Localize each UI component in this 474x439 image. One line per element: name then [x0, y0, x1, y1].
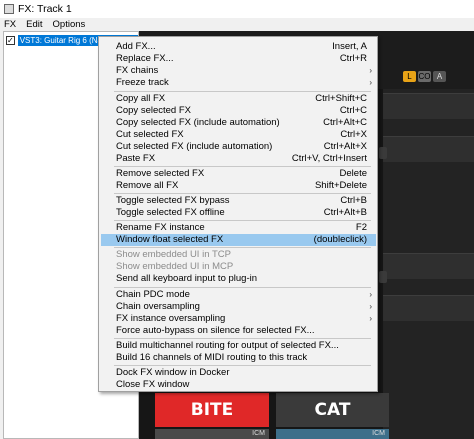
context-menu: Add FX... Insert, A Replace FX... Ctrl+R F… — [98, 36, 378, 392]
menu-separator — [114, 220, 371, 221]
menu-item-cut-selected-fx-automation[interactable]: Cut selected FX (include automation) Ctrl… — [101, 141, 376, 153]
toggle-co[interactable]: CO — [418, 71, 431, 82]
menu-item-fx-instance-oversampling[interactable]: FX instance oversampling › — [101, 313, 376, 325]
menu-separator — [114, 247, 371, 248]
menu-separator — [114, 91, 371, 92]
chevron-right-icon: › — [369, 78, 372, 88]
menu-item-copy-all-fx[interactable]: Copy all FX Ctrl+Shift+C — [101, 93, 376, 105]
menu-separator — [114, 193, 371, 194]
menu-separator — [114, 166, 371, 167]
preset-tile-bite[interactable]: BITE — [155, 393, 269, 427]
menu-separator — [114, 338, 371, 339]
menu-item-build-midi-routing[interactable]: Build 16 channels of MIDI routing to thi… — [101, 352, 376, 364]
menu-item-remove-selected-fx[interactable]: Remove selected FX Delete — [101, 168, 376, 180]
menu-item-cut-selected-fx[interactable]: Cut selected FX Ctrl+X — [101, 129, 376, 141]
plugin-sidebar-item[interactable] — [383, 136, 474, 162]
menu-item-toggle-bypass[interactable]: Toggle selected FX bypass Ctrl+B — [101, 195, 376, 207]
window-titlebar: FX: Track 1 — [0, 0, 474, 18]
menu-item-freeze-track[interactable]: Freeze track › — [101, 77, 376, 89]
menu-item-replace-fx[interactable]: Replace FX... Ctrl+R — [101, 53, 376, 65]
menu-item-build-multichannel[interactable]: Build multichannel routing for output of… — [101, 340, 376, 352]
menu-item-toggle-offline[interactable]: Toggle selected FX offline Ctrl+Alt+B — [101, 207, 376, 219]
menu-item-remove-all-fx[interactable]: Remove all FX Shift+Delete — [101, 180, 376, 192]
tile-badge: ICM — [276, 429, 389, 439]
menubar: FX Edit Options — [0, 18, 474, 31]
menu-separator — [114, 287, 371, 288]
fx-enable-checkbox[interactable]: ✓ — [6, 35, 15, 45]
menu-item-show-embedded-mcp: Show embedded UI in MCP — [116, 261, 234, 273]
tile-badge: ICM — [155, 429, 269, 439]
window-title: FX: Track 1 — [18, 3, 72, 15]
menu-item-send-keyboard[interactable]: Send all keyboard input to plug-in — [101, 273, 376, 285]
menu-separator — [114, 365, 371, 366]
menu-item-close-fx-window[interactable]: Close FX window — [101, 379, 376, 391]
menu-fx[interactable]: FX — [4, 19, 16, 30]
chevron-right-icon: › — [369, 290, 372, 300]
plugin-knob[interactable] — [379, 147, 387, 159]
plugin-sidebar-item[interactable] — [383, 93, 474, 119]
toggle-a[interactable]: A — [433, 71, 446, 82]
chevron-right-icon: › — [369, 66, 372, 76]
plugin-sidebar-item[interactable] — [383, 253, 474, 279]
chevron-right-icon: › — [369, 302, 372, 312]
menu-edit[interactable]: Edit — [26, 19, 42, 30]
menu-item-paste-fx[interactable]: Paste FX Ctrl+V, Ctrl+Insert — [101, 153, 376, 165]
menu-item-window-float[interactable]: Window float selected FX (doubleclick) — [101, 234, 376, 246]
menu-item-rename-fx[interactable]: Rename FX instance F2 — [101, 222, 376, 234]
plugin-toggle-group: L CO A — [403, 71, 446, 82]
preset-tile-cat[interactable]: CAT — [276, 393, 389, 427]
menu-item-show-embedded-tcp: Show embedded UI in TCP — [116, 249, 231, 261]
menu-item-chain-oversampling[interactable]: Chain oversampling › — [101, 301, 376, 313]
menu-options[interactable]: Options — [53, 19, 86, 30]
tile-label: CAT — [314, 400, 351, 420]
menu-item-fx-chains[interactable]: FX chains › — [101, 65, 376, 77]
app-icon — [4, 4, 14, 14]
menu-item-dock-fx-window[interactable]: Dock FX window in Docker — [101, 367, 376, 379]
menu-item-force-auto-bypass[interactable]: Force auto-bypass on silence for selecte… — [101, 325, 376, 337]
menu-item-copy-selected-fx[interactable]: Copy selected FX Ctrl+C — [101, 105, 376, 117]
tile-label: BITE — [190, 400, 234, 420]
menu-item-chain-pdc-mode[interactable]: Chain PDC mode › — [101, 289, 376, 301]
chevron-right-icon: › — [369, 314, 372, 324]
menu-item-add-fx[interactable]: Add FX... Insert, A — [101, 41, 376, 53]
plugin-knob[interactable] — [379, 271, 387, 283]
toggle-l[interactable]: L — [403, 71, 416, 82]
menu-item-copy-selected-fx-automation[interactable]: Copy selected FX (include automation) Ctr… — [101, 117, 376, 129]
plugin-sidebar-item[interactable] — [383, 295, 474, 321]
